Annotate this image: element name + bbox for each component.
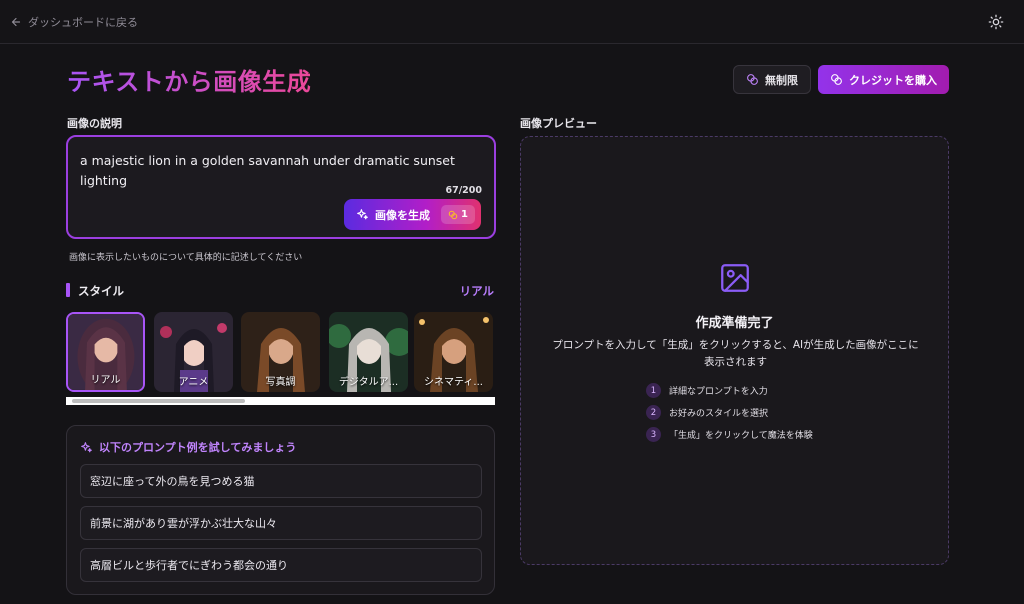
arrow-left-icon — [11, 17, 21, 26]
buy-credits-button[interactable]: クレジットを購入 — [818, 65, 949, 94]
style-label: リアル — [90, 375, 121, 386]
style-option-anime[interactable]: アニメ — [154, 312, 233, 392]
style-label: シネマティ... — [424, 377, 483, 388]
header-actions: 無制限 クレジットを購入 — [733, 65, 949, 94]
style-section-title: スタイル — [78, 284, 124, 298]
style-accent-bar — [66, 283, 70, 297]
sun-icon[interactable] — [988, 14, 1004, 30]
style-option-digital-art[interactable]: デジタルア... — [329, 312, 408, 392]
unlimited-label: 無制限 — [765, 73, 798, 87]
style-option-photographic[interactable]: 写真調 — [241, 312, 320, 392]
unlimited-button[interactable]: 無制限 — [733, 65, 811, 94]
back-label: ダッシュボードに戻る — [28, 15, 138, 29]
examples-heading: 以下のプロンプト例を試してみましょう — [80, 439, 296, 455]
step-number: 3 — [646, 427, 661, 442]
examples-heading-text: 以下のプロンプト例を試してみましょう — [99, 441, 297, 454]
credit-cost-badge: 1 — [441, 205, 475, 224]
step-number: 1 — [646, 383, 661, 398]
sparkles-icon — [81, 441, 92, 452]
style-option-cinematic[interactable]: シネマティ... — [414, 312, 493, 392]
step-item: 2 お好みのスタイルを選択 — [646, 405, 768, 420]
preview-section-label: 画像プレビュー — [520, 117, 597, 130]
generate-image-button[interactable]: 画像を生成 1 — [344, 199, 481, 230]
example-prompt-item[interactable]: 窓辺に座って外の鳥を見つめる猫 — [80, 464, 482, 498]
selected-style-label: リアル — [459, 284, 494, 298]
page-title: テキストから画像生成 — [67, 62, 311, 97]
step-number: 2 — [646, 405, 661, 420]
generate-label: 画像を生成 — [375, 208, 430, 222]
prompt-text[interactable]: a majestic lion in a golden savannah und… — [80, 151, 480, 191]
coins-icon — [831, 74, 842, 85]
step-item: 3 「生成」をクリックして魔法を体験 — [646, 427, 813, 442]
image-preview-area: 作成準備完了 プロンプトを入力して「生成」をクリックすると、AIが生成した画像が… — [520, 136, 949, 565]
step-text: お好みのスタイルを選択 — [669, 409, 769, 419]
image-icon — [721, 264, 749, 292]
step-item: 1 詳細なプロンプトを入力 — [646, 383, 768, 398]
prompt-section-label: 画像の説明 — [67, 117, 122, 130]
preview-title: 作成準備完了 — [695, 316, 774, 331]
back-to-dashboard-link[interactable]: ダッシュボードに戻る — [10, 14, 138, 30]
prompt-textarea[interactable]: a majestic lion in a golden savannah und… — [66, 135, 496, 239]
style-label: 写真調 — [265, 377, 296, 388]
style-label: デジタルア... — [338, 377, 399, 388]
style-carousel: リアル アニメ 写真調 デジタルア... シネマティ... — [66, 312, 496, 394]
character-counter: 67/200 — [445, 185, 482, 196]
example-prompt-item[interactable]: 高層ビルと歩行者でにぎわう都会の通り — [80, 548, 482, 582]
style-option-realistic[interactable]: リアル — [66, 312, 145, 392]
prompt-hint: 画像に表示したいものについて具体的に記述してください — [69, 253, 303, 263]
credit-cost: 1 — [461, 209, 468, 220]
scrollbar-thumb[interactable] — [72, 399, 245, 403]
example-prompt-item[interactable]: 前景に湖があり雲が浮かぶ壮大な山々 — [80, 506, 482, 540]
prompt-examples-panel: 以下のプロンプト例を試してみましょう 窓辺に座って外の鳥を見つめる猫 前景に湖が… — [66, 425, 495, 595]
step-text: 詳細なプロンプトを入力 — [669, 387, 768, 397]
step-text: 「生成」をクリックして魔法を体験 — [669, 431, 813, 441]
buy-credits-label: クレジットを購入 — [849, 73, 937, 87]
sparkles-icon — [357, 209, 368, 220]
coins-icon — [448, 210, 458, 219]
coins-icon — [747, 74, 758, 85]
style-label: アニメ — [178, 377, 209, 388]
preview-description: プロンプトを入力して「生成」をクリックすると、AIが生成した画像がここに表示され… — [552, 339, 919, 368]
top-bar: ダッシュボードに戻る — [0, 0, 1024, 44]
